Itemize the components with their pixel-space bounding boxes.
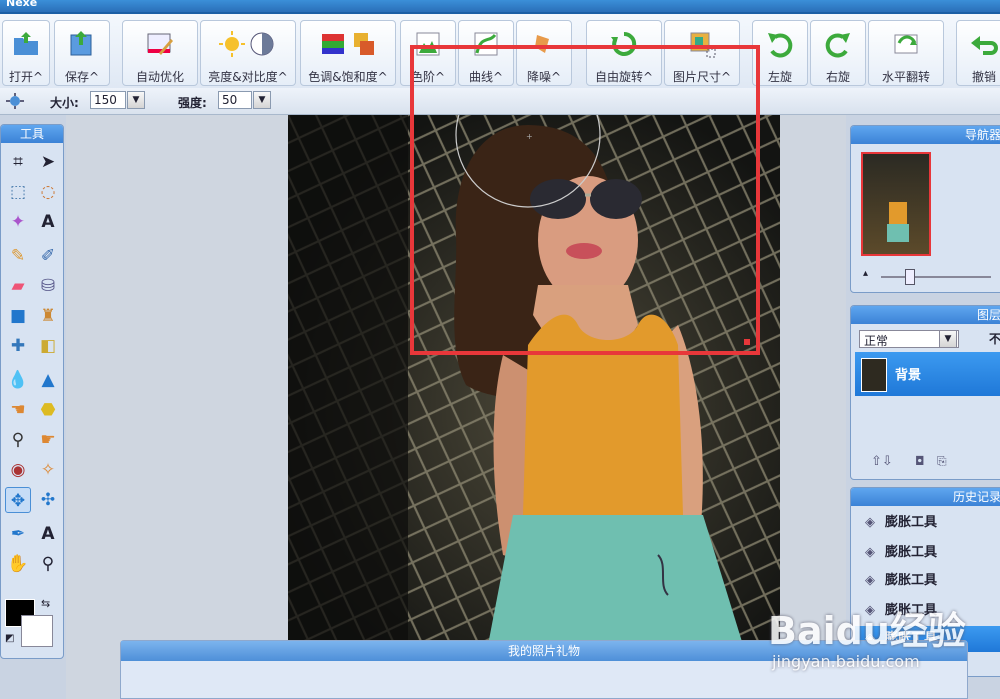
flip-horizontal-button[interactable]: 水平翻转	[868, 20, 944, 86]
paint-bucket-icon[interactable]: ⛁	[35, 273, 61, 299]
sharpen-tool-icon[interactable]: ▲	[35, 367, 61, 393]
size-select[interactable]: 150	[90, 91, 126, 109]
open-folder-icon	[14, 32, 38, 55]
strength-select[interactable]: 50	[218, 91, 252, 109]
dodge-tool-icon[interactable]: ☛	[35, 427, 61, 453]
blur-tool-icon[interactable]: 💧	[5, 367, 31, 393]
layer-up-icon[interactable]: ⇧⇩	[871, 454, 893, 469]
reset-colors-icon[interactable]: ◩	[5, 633, 14, 644]
new-layer-icon[interactable]: ⎘	[937, 454, 947, 469]
title-bar: Nexe	[0, 0, 1000, 14]
text-tool-icon[interactable]: A	[35, 209, 61, 235]
size-label: 大小:	[50, 96, 79, 110]
color-picker-icon[interactable]: ✒	[5, 521, 31, 547]
blend-mode-arrow[interactable]: ▼	[939, 330, 957, 348]
sponge-tool-icon[interactable]: ⬣	[35, 397, 61, 423]
layer-thumbnail	[861, 358, 887, 392]
history-item[interactable]: ◈ 膨胀工具	[861, 510, 937, 536]
opacity-label: 不	[989, 332, 1000, 346]
navigator-panel: 导航器 ▴	[850, 125, 1000, 293]
watermark-url: jingyan.baidu.com	[772, 652, 920, 671]
layer-mask-icon[interactable]: ◘	[915, 454, 925, 468]
zoom-out-icon[interactable]: ▴	[863, 268, 868, 279]
brightness-contrast-button[interactable]: 亮度&对比度^	[200, 20, 296, 86]
bloat-tool-icon	[6, 93, 24, 109]
layer-row-background[interactable]: 背景	[855, 352, 1000, 396]
crop-tool-icon[interactable]: ⌗	[5, 149, 31, 175]
marquee-tool-icon[interactable]: ⬚	[5, 179, 31, 205]
history-item[interactable]: ◈ 膨胀工具	[861, 568, 937, 594]
pencil-tool-icon[interactable]: ✎	[5, 243, 31, 269]
navigator-title: 导航器	[851, 126, 1000, 144]
baidu-watermark: Baidu经验 jingyan.baidu.com	[768, 600, 1000, 699]
bloat-history-icon: ◈	[865, 545, 875, 560]
rotate-right-button[interactable]: 右旋	[810, 20, 866, 86]
spot-heal-icon[interactable]: ✧	[35, 457, 61, 483]
navigator-thumbnail[interactable]	[861, 152, 931, 256]
zoom-tool-icon[interactable]: ⚲	[35, 551, 61, 577]
red-eye-tool-icon[interactable]: ◉	[5, 457, 31, 483]
brightness-icon	[219, 31, 274, 57]
magic-wand-icon[interactable]: ✦	[5, 209, 31, 235]
tools-panel: 工具 ⌗ ➤ ⬚ ◌ ✦ A ✎ ✐ ▰ ⛁ ■ ♜ ✚ ◧ 💧 ▲ ☚ ⬣ ⚲…	[0, 124, 64, 659]
move-tool-icon[interactable]: ➤	[35, 149, 61, 175]
lasso-tool-icon[interactable]: ◌	[35, 179, 61, 205]
swap-colors-icon[interactable]: ⇆	[41, 597, 50, 610]
hand-tool-icon[interactable]: ✋	[5, 551, 31, 577]
zoom-slider-track[interactable]	[881, 276, 991, 278]
history-item[interactable]: ◈ 膨胀工具	[861, 540, 937, 566]
hue-saturation-button[interactable]: 色调&饱和度^	[300, 20, 396, 86]
pinch-tool-icon[interactable]: ✣	[35, 487, 61, 513]
rotate-right-icon	[825, 33, 850, 58]
type-tool-icon[interactable]: A	[35, 521, 61, 547]
bloat-tool-selected-icon[interactable]: ✥	[5, 487, 31, 513]
layers-panel: 图层 正常 ▼ 不 背景 ⇧⇩ ◘ ⎘	[850, 305, 1000, 480]
eraser-tool-icon[interactable]: ▰	[5, 273, 31, 299]
size-dropdown-arrow[interactable]: ▼	[127, 91, 145, 109]
open-button[interactable]: 打开^	[2, 20, 50, 86]
save-button[interactable]: 保存^	[54, 20, 110, 86]
tools-panel-title: 工具	[1, 125, 63, 143]
flip-horizontal-icon	[894, 34, 918, 54]
gradient-tool-icon[interactable]: ■	[5, 303, 31, 329]
save-icon	[70, 31, 92, 56]
burn-tool-icon[interactable]: ⚲	[5, 427, 31, 453]
history-title: 历史记录	[851, 488, 1000, 506]
stamp-tool-icon[interactable]: ♜	[35, 303, 61, 329]
undo-icon	[971, 36, 998, 55]
replace-color-icon[interactable]: ◧	[35, 333, 61, 359]
strength-dropdown-arrow[interactable]: ▼	[253, 91, 271, 109]
hue-saturation-icon	[322, 33, 374, 55]
layers-title: 图层	[851, 306, 1000, 324]
watermark-logo-text: Baidu经验	[768, 609, 966, 653]
layer-name: 背景	[895, 368, 922, 383]
highlight-box	[410, 45, 760, 355]
background-color-swatch[interactable]	[21, 615, 53, 647]
smudge-tool-icon[interactable]: ☚	[5, 397, 31, 423]
bloat-history-icon: ◈	[865, 515, 875, 530]
heal-tool-icon[interactable]: ✚	[5, 333, 31, 359]
auto-enhance-icon	[147, 33, 173, 55]
app-title: Nexe	[6, 0, 38, 9]
strength-label: 强度:	[178, 96, 207, 110]
rotate-left-button[interactable]: 左旋	[752, 20, 808, 86]
rotate-left-icon	[768, 33, 793, 58]
bloat-history-icon: ◈	[865, 573, 875, 588]
zoom-slider-handle[interactable]	[905, 269, 915, 285]
undo-button[interactable]: 撤销	[956, 20, 1000, 86]
auto-enhance-button[interactable]: 自动优化	[122, 20, 198, 86]
brush-tool-icon[interactable]: ✐	[35, 243, 61, 269]
